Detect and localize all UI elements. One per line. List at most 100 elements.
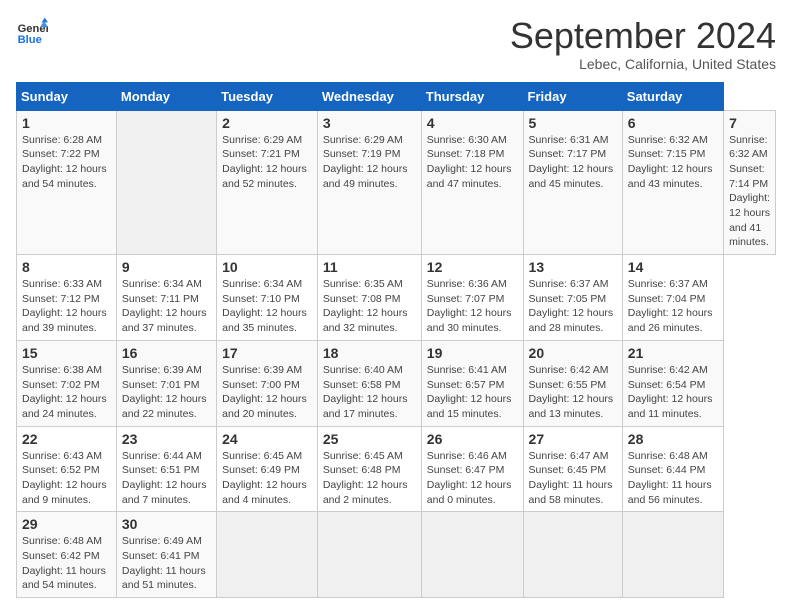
day-detail: Sunrise: 6:37 AM Sunset: 7:05 PM Dayligh… [529, 277, 617, 336]
calendar-day-cell: 14Sunrise: 6:37 AM Sunset: 7:04 PM Dayli… [622, 255, 723, 341]
calendar-week-row: 8 Sunrise: 6:33 AM Sunset: 7:12 PM Daylig… [17, 255, 776, 341]
calendar-day-cell: 20 Sunrise: 6:42 AM Sunset: 6:55 PM Dayli… [523, 340, 622, 426]
day-number: 8 [22, 259, 111, 275]
day-number: 1 [22, 115, 111, 131]
calendar-day-cell: 1 Sunrise: 6:28 AM Sunset: 7:22 PM Daylig… [17, 110, 117, 255]
day-of-week-header: Monday [116, 82, 216, 110]
day-detail: Sunrise: 6:48 AM Sunset: 6:44 PM Dayligh… [628, 449, 718, 508]
calendar-day-cell: 30 Sunrise: 6:49 AM Sunset: 6:41 PM Dayli… [116, 512, 216, 598]
calendar-day-cell: 11 Sunrise: 6:35 AM Sunset: 7:08 PM Dayli… [317, 255, 421, 341]
day-detail: Sunrise: 6:33 AM Sunset: 7:12 PM Dayligh… [22, 277, 111, 336]
day-detail: Sunrise: 6:29 AM Sunset: 7:19 PM Dayligh… [323, 133, 416, 192]
day-number: 4 [427, 115, 518, 131]
day-detail: Sunrise: 6:32 AM Sunset: 7:14 PM Dayligh… [729, 133, 770, 251]
day-number: 15 [22, 345, 111, 361]
day-number: 17 [222, 345, 312, 361]
day-detail: Sunrise: 6:43 AM Sunset: 6:52 PM Dayligh… [22, 449, 111, 508]
day-of-week-header: Wednesday [317, 82, 421, 110]
day-number: 30 [122, 516, 211, 532]
day-number: 7 [729, 115, 770, 131]
day-detail: Sunrise: 6:41 AM Sunset: 6:57 PM Dayligh… [427, 363, 518, 422]
day-number: 10 [222, 259, 312, 275]
calendar-header-row: SundayMondayTuesdayWednesdayThursdayFrid… [17, 82, 776, 110]
calendar-day-cell: 23Sunrise: 6:44 AM Sunset: 6:51 PM Dayli… [116, 426, 216, 512]
page-header: General Blue September 2024 Lebec, Calif… [16, 16, 776, 72]
calendar-day-cell: 12 Sunrise: 6:36 AM Sunset: 7:07 PM Dayli… [421, 255, 523, 341]
day-of-week-header: Tuesday [217, 82, 318, 110]
day-number: 29 [22, 516, 111, 532]
calendar-day-cell: 18 Sunrise: 6:40 AM Sunset: 6:58 PM Dayli… [317, 340, 421, 426]
day-number: 19 [427, 345, 518, 361]
day-detail: Sunrise: 6:49 AM Sunset: 6:41 PM Dayligh… [122, 534, 211, 593]
calendar-week-row: 29 Sunrise: 6:48 AM Sunset: 6:42 PM Dayli… [17, 512, 776, 598]
calendar-day-cell: 27 Sunrise: 6:47 AM Sunset: 6:45 PM Dayli… [523, 426, 622, 512]
month-title: September 2024 [510, 16, 776, 56]
calendar-day-cell: 6 Sunrise: 6:32 AM Sunset: 7:15 PM Daylig… [622, 110, 723, 255]
day-detail: Sunrise: 6:48 AM Sunset: 6:42 PM Dayligh… [22, 534, 111, 593]
calendar-day-cell: 21Sunrise: 6:42 AM Sunset: 6:54 PM Dayli… [622, 340, 723, 426]
calendar-day-cell: 28 Sunrise: 6:48 AM Sunset: 6:44 PM Dayli… [622, 426, 723, 512]
day-number: 13 [529, 259, 617, 275]
calendar-week-row: 15 Sunrise: 6:38 AM Sunset: 7:02 PM Dayli… [17, 340, 776, 426]
day-number: 12 [427, 259, 518, 275]
title-block: September 2024 Lebec, California, United… [510, 16, 776, 72]
day-detail: Sunrise: 6:39 AM Sunset: 7:00 PM Dayligh… [222, 363, 312, 422]
calendar-day-cell: 4 Sunrise: 6:30 AM Sunset: 7:18 PM Daylig… [421, 110, 523, 255]
day-of-week-header: Friday [523, 82, 622, 110]
day-number: 5 [529, 115, 617, 131]
day-detail: Sunrise: 6:34 AM Sunset: 7:11 PM Dayligh… [122, 277, 211, 336]
calendar-day-cell [421, 512, 523, 598]
calendar-day-cell: 24 Sunrise: 6:45 AM Sunset: 6:49 PM Dayli… [217, 426, 318, 512]
calendar-day-cell [116, 110, 216, 255]
day-of-week-header: Saturday [622, 82, 723, 110]
day-number: 6 [628, 115, 718, 131]
day-detail: Sunrise: 6:35 AM Sunset: 7:08 PM Dayligh… [323, 277, 416, 336]
calendar-day-cell: 13 Sunrise: 6:37 AM Sunset: 7:05 PM Dayli… [523, 255, 622, 341]
day-number: 24 [222, 431, 312, 447]
day-detail: Sunrise: 6:29 AM Sunset: 7:21 PM Dayligh… [222, 133, 312, 192]
day-detail: Sunrise: 6:37 AM Sunset: 7:04 PM Dayligh… [628, 277, 718, 336]
day-detail: Sunrise: 6:42 AM Sunset: 6:54 PM Dayligh… [628, 363, 718, 422]
day-detail: Sunrise: 6:47 AM Sunset: 6:45 PM Dayligh… [529, 449, 617, 508]
logo: General Blue [16, 16, 48, 48]
calendar-week-row: 1 Sunrise: 6:28 AM Sunset: 7:22 PM Daylig… [17, 110, 776, 255]
day-number: 11 [323, 259, 416, 275]
day-number: 3 [323, 115, 416, 131]
logo-icon: General Blue [16, 16, 48, 48]
day-detail: Sunrise: 6:45 AM Sunset: 6:48 PM Dayligh… [323, 449, 416, 508]
calendar-day-cell: 25 Sunrise: 6:45 AM Sunset: 6:48 PM Dayli… [317, 426, 421, 512]
calendar-day-cell: 9 Sunrise: 6:34 AM Sunset: 7:11 PM Daylig… [116, 255, 216, 341]
calendar-day-cell [622, 512, 723, 598]
svg-text:Blue: Blue [18, 34, 42, 46]
calendar-day-cell [523, 512, 622, 598]
day-detail: Sunrise: 6:38 AM Sunset: 7:02 PM Dayligh… [22, 363, 111, 422]
day-detail: Sunrise: 6:36 AM Sunset: 7:07 PM Dayligh… [427, 277, 518, 336]
day-detail: Sunrise: 6:46 AM Sunset: 6:47 PM Dayligh… [427, 449, 518, 508]
day-number: 28 [628, 431, 718, 447]
calendar-day-cell: 3 Sunrise: 6:29 AM Sunset: 7:19 PM Daylig… [317, 110, 421, 255]
calendar-day-cell: 17 Sunrise: 6:39 AM Sunset: 7:00 PM Dayli… [217, 340, 318, 426]
calendar-day-cell [317, 512, 421, 598]
calendar-day-cell: 7 Sunrise: 6:32 AM Sunset: 7:14 PM Daylig… [724, 110, 776, 255]
day-number: 27 [529, 431, 617, 447]
location: Lebec, California, United States [510, 56, 776, 72]
day-number: 16 [122, 345, 211, 361]
day-number: 22 [22, 431, 111, 447]
day-detail: Sunrise: 6:28 AM Sunset: 7:22 PM Dayligh… [22, 133, 111, 192]
day-number: 25 [323, 431, 416, 447]
day-detail: Sunrise: 6:45 AM Sunset: 6:49 PM Dayligh… [222, 449, 312, 508]
day-detail: Sunrise: 6:44 AM Sunset: 6:51 PM Dayligh… [122, 449, 211, 508]
day-number: 20 [529, 345, 617, 361]
day-detail: Sunrise: 6:30 AM Sunset: 7:18 PM Dayligh… [427, 133, 518, 192]
calendar-day-cell: 22 Sunrise: 6:43 AM Sunset: 6:52 PM Dayli… [17, 426, 117, 512]
day-number: 18 [323, 345, 416, 361]
day-detail: Sunrise: 6:42 AM Sunset: 6:55 PM Dayligh… [529, 363, 617, 422]
day-detail: Sunrise: 6:40 AM Sunset: 6:58 PM Dayligh… [323, 363, 416, 422]
day-of-week-header: Sunday [17, 82, 117, 110]
calendar-day-cell: 15 Sunrise: 6:38 AM Sunset: 7:02 PM Dayli… [17, 340, 117, 426]
calendar-day-cell: 10 Sunrise: 6:34 AM Sunset: 7:10 PM Dayli… [217, 255, 318, 341]
day-number: 26 [427, 431, 518, 447]
day-number: 9 [122, 259, 211, 275]
day-detail: Sunrise: 6:34 AM Sunset: 7:10 PM Dayligh… [222, 277, 312, 336]
day-detail: Sunrise: 6:32 AM Sunset: 7:15 PM Dayligh… [628, 133, 718, 192]
